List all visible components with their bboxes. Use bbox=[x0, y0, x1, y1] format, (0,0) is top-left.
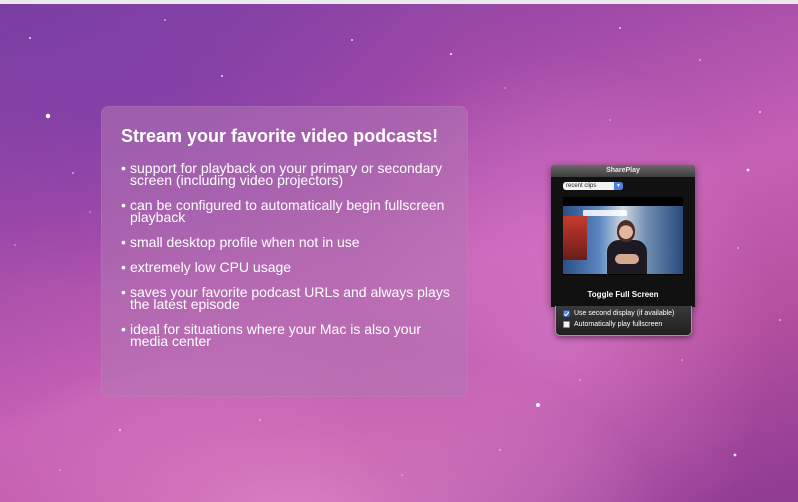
studio-backdrop bbox=[563, 216, 587, 260]
star bbox=[221, 75, 223, 77]
star bbox=[699, 59, 701, 61]
feature-text: can be configured to automatically begin… bbox=[130, 197, 445, 225]
chevron-down-icon: ▼ bbox=[614, 182, 623, 190]
star bbox=[759, 111, 761, 113]
bullet-icon: • bbox=[121, 321, 126, 337]
star bbox=[29, 37, 31, 39]
star bbox=[733, 453, 737, 457]
feature-text: support for playback on your primary or … bbox=[130, 160, 443, 188]
second-display-option[interactable]: Use second display (if available) bbox=[563, 310, 674, 317]
auto-fullscreen-checkbox[interactable] bbox=[563, 321, 570, 328]
feature-item: • support for playback on your primary o… bbox=[121, 160, 461, 188]
feature-text: small desktop profile when not in use bbox=[130, 234, 360, 250]
feature-item: • small desktop profile when not in use bbox=[121, 234, 461, 250]
star bbox=[737, 247, 739, 249]
star bbox=[259, 419, 261, 421]
clips-select[interactable]: recent clips ▼ bbox=[563, 182, 623, 190]
star bbox=[746, 168, 750, 172]
bullet-icon: • bbox=[121, 259, 126, 275]
video-frame bbox=[563, 206, 683, 274]
clips-select-value: recent clips bbox=[566, 183, 597, 189]
star bbox=[504, 87, 506, 89]
bullet-icon: • bbox=[121, 234, 126, 250]
anchor-head bbox=[617, 220, 635, 242]
star bbox=[499, 449, 501, 451]
feature-item: • saves your favorite podcast URLs and a… bbox=[121, 284, 461, 312]
star bbox=[14, 244, 16, 246]
toggle-fullscreen-button[interactable]: Toggle Full Screen bbox=[551, 289, 695, 301]
star bbox=[72, 172, 74, 174]
star bbox=[681, 359, 683, 361]
star bbox=[164, 19, 166, 21]
star bbox=[89, 211, 91, 213]
star bbox=[619, 27, 621, 29]
feature-item: • can be configured to automatically beg… bbox=[121, 197, 461, 225]
second-display-label: Use second display (if available) bbox=[574, 310, 675, 317]
star bbox=[401, 474, 403, 476]
feature-text: saves your favorite podcast URLs and alw… bbox=[130, 284, 450, 312]
auto-fullscreen-label: Automatically play fullscreen bbox=[574, 321, 663, 328]
bullet-icon: • bbox=[121, 197, 126, 213]
window-title[interactable]: SharePlay bbox=[551, 165, 695, 177]
auto-fullscreen-option[interactable]: Automatically play fullscreen bbox=[563, 321, 662, 328]
star bbox=[59, 469, 61, 471]
promo-panel: Stream your favorite video podcasts! • s… bbox=[101, 106, 468, 397]
star bbox=[351, 39, 353, 41]
star bbox=[119, 429, 121, 431]
star bbox=[579, 379, 581, 381]
star bbox=[779, 319, 781, 321]
star bbox=[536, 403, 540, 407]
options-panel: Use second display (if available) Automa… bbox=[555, 306, 692, 336]
shareplay-window: SharePlay recent clips ▼ Toggle Full Scr… bbox=[551, 165, 695, 307]
promo-title: Stream your favorite video podcasts! bbox=[121, 126, 439, 146]
video-preview[interactable] bbox=[563, 197, 683, 275]
anchor-hands bbox=[615, 254, 639, 264]
feature-item: • extremely low CPU usage bbox=[121, 259, 461, 275]
feature-item: • ideal for situations where your Mac is… bbox=[121, 321, 461, 349]
bullet-icon: • bbox=[121, 284, 126, 300]
feature-text: ideal for situations where your Mac is a… bbox=[130, 321, 422, 349]
bullet-icon: • bbox=[121, 160, 126, 176]
star bbox=[45, 113, 51, 119]
feature-list: • support for playback on your primary o… bbox=[121, 160, 461, 360]
second-display-checkbox[interactable] bbox=[563, 310, 570, 317]
star bbox=[449, 52, 453, 56]
star bbox=[609, 119, 611, 121]
video-caption-bar bbox=[583, 210, 627, 216]
feature-text: extremely low CPU usage bbox=[130, 259, 292, 275]
